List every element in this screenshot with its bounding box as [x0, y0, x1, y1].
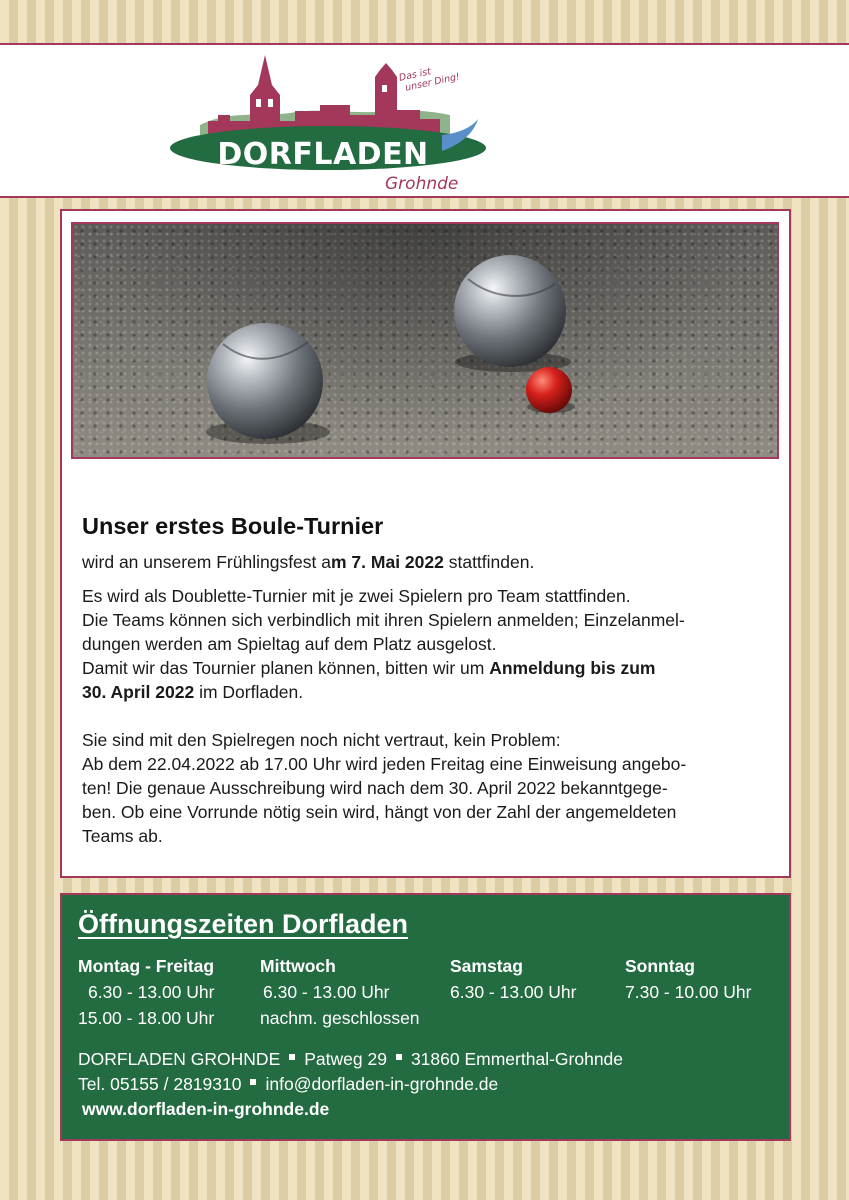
bullet-icon	[395, 1054, 402, 1061]
article-paragraph-2: Es wird als Doublette-Turnier mit je zwe…	[82, 586, 685, 702]
hours-time: 7.30 - 10.00 Uhr	[625, 982, 752, 1002]
article-intro: wird an unserem Frühlingsfest am 7. Mai …	[82, 552, 535, 572]
article-title: Unser erstes Boule-Turnier	[82, 513, 384, 539]
bullet-icon	[289, 1054, 296, 1061]
hours-note: nachm. geschlossen	[260, 1008, 420, 1028]
email-link[interactable]: info@dorfladen-in-grohnde.de	[265, 1074, 498, 1094]
hours-column-sunday: Sonntag 7.30 - 10.00 Uhr	[625, 953, 751, 1005]
hours-column-saturday: Samstag 6.30 - 13.00 Uhr	[450, 953, 576, 1005]
hours-day-label: Mittwoch	[260, 956, 336, 976]
article: Unser erstes Boule-Turnier wird an unser…	[82, 511, 772, 848]
logo-name: DORFLADEN	[217, 137, 429, 172]
contact-info: DORFLADEN GROHNDE Patweg 29 31860 Emmertha…	[78, 1047, 623, 1122]
hours-day-label: Samstag	[450, 956, 523, 976]
boule-photo	[71, 222, 779, 459]
store-name: DORFLADEN GROHNDE	[78, 1049, 281, 1069]
boule-ball-left	[207, 323, 323, 439]
hours-day-label: Montag - Freitag	[78, 956, 215, 976]
contact-address-line: DORFLADEN GROHNDE Patweg 29 31860 Emmertha…	[78, 1047, 623, 1072]
cochonnet-ball	[526, 367, 572, 413]
announcement-card: Unser erstes Boule-Turnier wird an unser…	[60, 209, 791, 878]
boule-balls-illustration	[206, 255, 575, 444]
hours-time: 6.30 - 13.00 Uhr	[88, 982, 215, 1002]
opening-hours-title: Öffnungszeiten Dorfladen	[78, 909, 408, 939]
hours-time: 6.30 - 13.00 Uhr	[450, 982, 577, 1002]
logo-subtitle: Grohnde	[385, 174, 459, 194]
opening-hours-box: Öffnungszeiten Dorfladen Montag - Freita…	[60, 893, 791, 1141]
contact-phone-line: Tel. 05155 / 2819310 info@dorfladen-in-gr…	[78, 1072, 623, 1097]
bullet-icon	[250, 1079, 257, 1086]
hours-column-wednesday: Mittwoch 6.30 - 13.00 Uhr nachm. geschlo…	[260, 953, 420, 1031]
boule-ball-right	[454, 255, 566, 367]
phone: Tel. 05155 / 2819310	[78, 1074, 242, 1094]
hours-time: 6.30 - 13.00 Uhr	[263, 982, 390, 1002]
hours-time: 15.00 - 18.00 Uhr	[78, 1008, 215, 1028]
hours-day-label: Sonntag	[625, 956, 695, 976]
article-paragraph-3: Sie sind mit den Spielregen noch nicht v…	[82, 730, 687, 846]
dorfladen-logo: DORFLADEN Grohnde Das ist unser Ding!	[160, 55, 500, 195]
hours-column-weekdays: Montag - Freitag 6.30 - 13.00 Uhr 15.00 …	[78, 953, 214, 1031]
website-link[interactable]: www.dorfladen-in-grohnde.de	[78, 1097, 623, 1122]
header-banner: DORFLADEN Grohnde Das ist unser Ding!	[0, 43, 849, 198]
street: Patweg 29	[304, 1049, 387, 1069]
city: 31860 Emmerthal-Grohnde	[410, 1049, 624, 1069]
